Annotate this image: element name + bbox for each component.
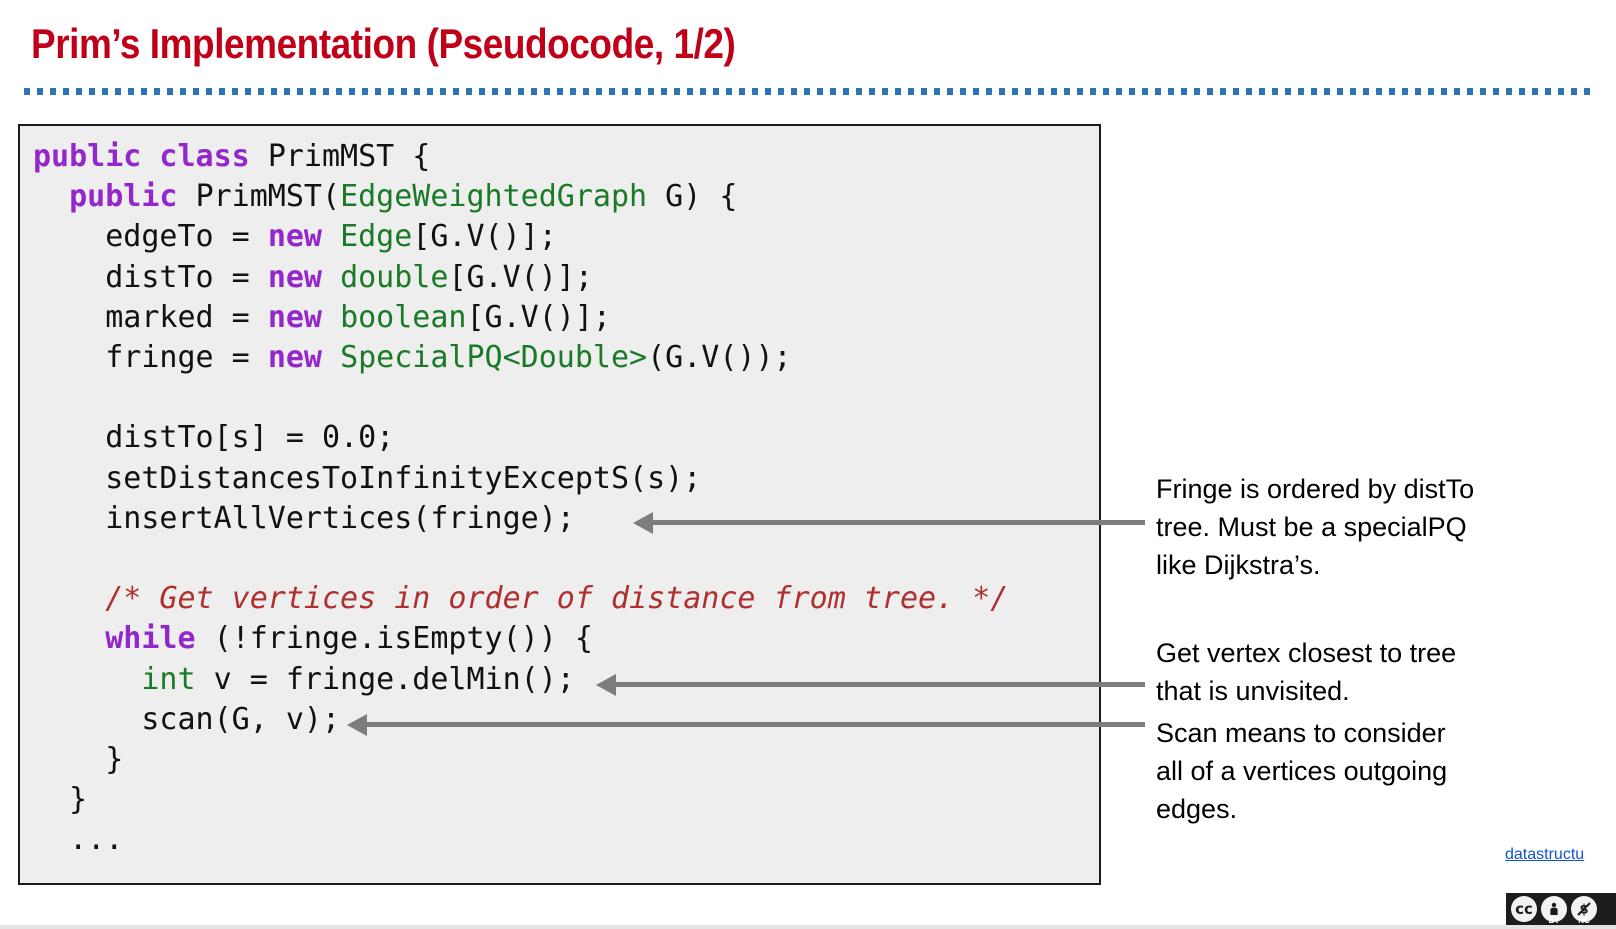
annotation-fringe: Fringe is ordered by distTo tree. Must b… — [1156, 474, 1475, 580]
page-title: Prim’s Implementation (Pseudocode, 1/2) — [31, 20, 736, 67]
creative-commons-badge[interactable]: cc BY $ NC — [1506, 893, 1616, 925]
annotation-delmin: Get vertex closest to tree that is unvis… — [1156, 638, 1457, 706]
arrow-line-3 — [366, 722, 1145, 727]
annotation-scan: Scan means to consider all of a vertices… — [1156, 718, 1448, 824]
arrow-head-1 — [633, 512, 653, 534]
code-text: public class PrimMST { public PrimMST(Ed… — [33, 139, 1009, 858]
arrow-line-2 — [615, 682, 1145, 687]
arrow-head-2 — [596, 674, 616, 696]
bottom-edge-rule — [0, 925, 1616, 929]
cc-by-group: BY — [1541, 896, 1567, 925]
title-divider — [24, 88, 1594, 95]
cc-by-label: BY — [1548, 916, 1560, 925]
arrow-line-1 — [652, 520, 1145, 525]
cc-icon: cc — [1511, 896, 1537, 922]
cc-nc-group: $ NC — [1571, 896, 1597, 925]
arrow-head-3 — [347, 714, 367, 736]
code-block: public class PrimMST { public PrimMST(Ed… — [18, 124, 1101, 885]
footer-link[interactable]: datastructu — [1505, 846, 1584, 864]
cc-nc-label: NC — [1578, 916, 1590, 925]
